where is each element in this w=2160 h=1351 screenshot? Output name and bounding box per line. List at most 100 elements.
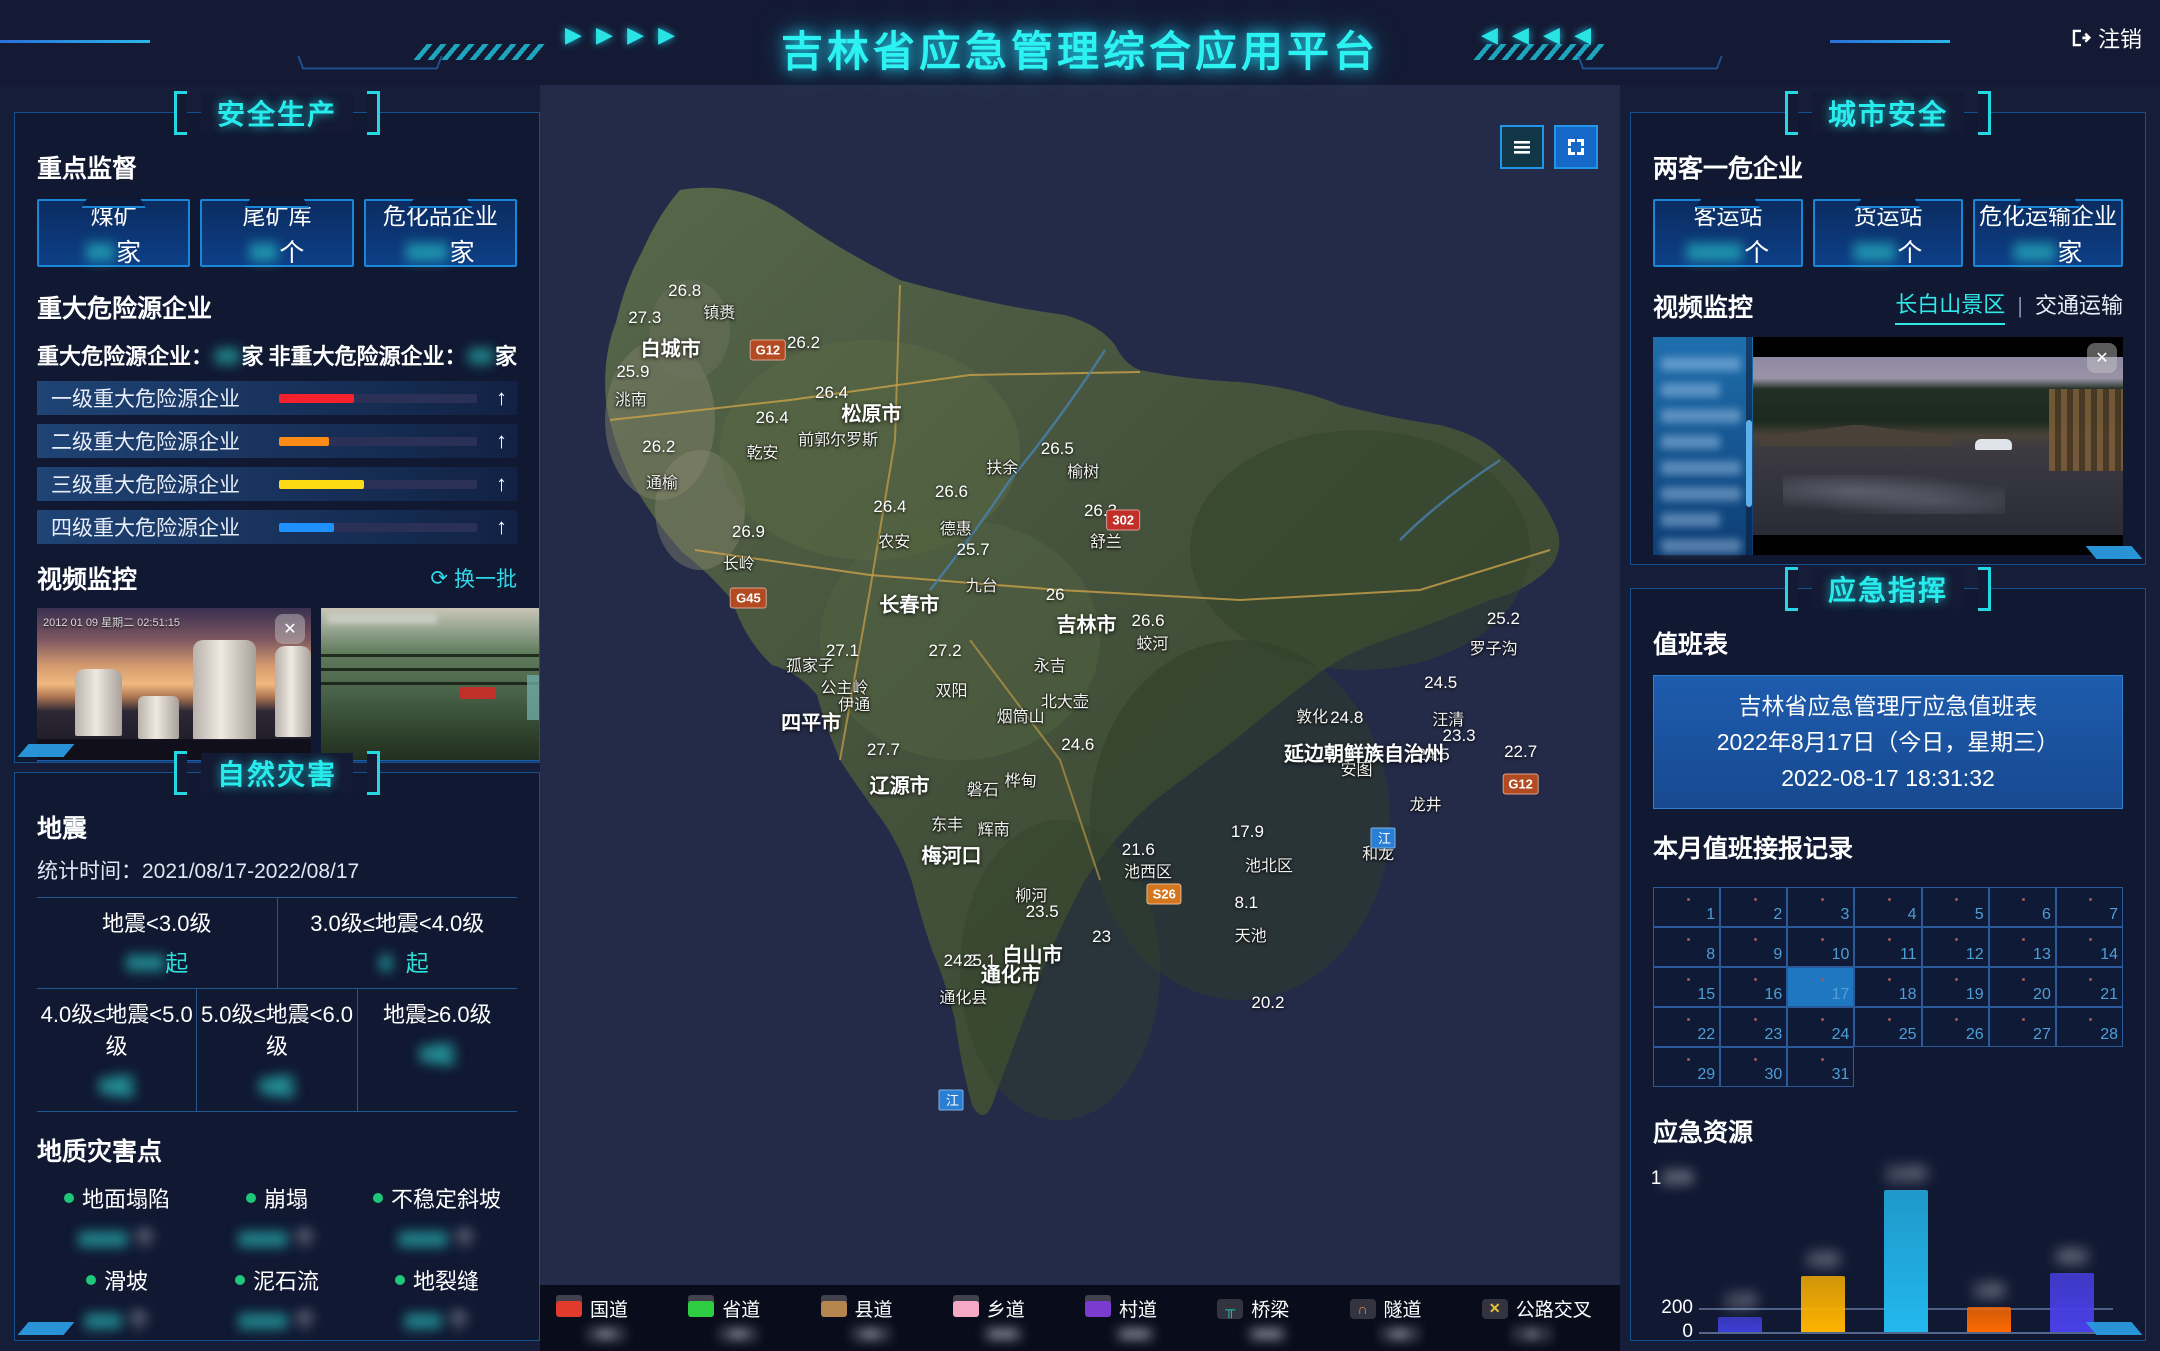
legend-item-隧道: ∩隧道88 (1350, 1295, 1478, 1342)
map-city-label: 辉南 (978, 816, 1010, 840)
bar-rect (1801, 1276, 1845, 1332)
map-temp-label: 26.2 (787, 333, 820, 353)
day-number: 21 (2100, 986, 2118, 1004)
calendar-day-5[interactable]: 5 (1922, 887, 1989, 927)
map-city-label: 双阳 (935, 677, 967, 701)
refresh-batch-button[interactable]: ⟳ 换一批 (430, 563, 517, 593)
calendar-day-7[interactable]: 7 (2056, 887, 2123, 927)
calendar-day-16[interactable]: 16 (1720, 967, 1787, 1007)
calendar-day-8[interactable]: 8 (1653, 927, 1720, 967)
bar-rect (1967, 1307, 2011, 1332)
calendar-day-31[interactable]: 31 (1787, 1047, 1854, 1087)
legend-swatch (556, 1301, 582, 1317)
calendar-day-26[interactable]: 26 (1922, 1007, 1989, 1047)
live-video-feed[interactable]: ✕ (1753, 337, 2123, 555)
close-icon[interactable]: ✕ (275, 614, 305, 644)
camera-list[interactable] (1653, 337, 1753, 555)
record-dot-icon (1687, 898, 1690, 901)
duty-roster-box[interactable]: 吉林省应急管理厅应急值班表 2022年8月17日（今日，星期三） 2022-08… (1653, 675, 2123, 809)
calendar-day-20[interactable]: 20 (1989, 967, 2056, 1007)
city-video-heading-row: 视频监控 长白山景区 | 交通运输 (1653, 287, 2123, 325)
bar-value-blurred: 430 (1807, 1250, 1839, 1272)
bar-应急队伍: 430 (1801, 1276, 1845, 1332)
map-city-label: 柳河 (1015, 882, 1047, 906)
record-dot-icon (1821, 938, 1824, 941)
camera-feed-1: 2012 01 09 星期二 02:51:15 ✕ (37, 608, 311, 760)
city-video-heading: 视频监控 (1653, 288, 1753, 324)
record-dot-icon (1754, 938, 1757, 941)
logout-button[interactable]: 注销 (2070, 22, 2142, 54)
green-dot-icon (64, 1193, 74, 1203)
calendar-day-1[interactable]: 1 (1653, 887, 1720, 927)
supervision-stats: 煤矿 88 家 尾矿库 88 个 危化品企业 (37, 199, 517, 267)
scrollbar-thumb[interactable] (1746, 420, 1752, 507)
calendar-day-2[interactable]: 2 (1720, 887, 1787, 927)
map-city-label: 东丰 (931, 811, 963, 835)
stat-card[interactable]: 货运站 888 个 (1813, 199, 1963, 267)
calendar-day-17[interactable]: 17 (1787, 967, 1854, 1007)
close-icon[interactable]: ✕ (2087, 343, 2117, 373)
map-city-label: 镇赉 (703, 299, 735, 323)
map-city-label: 梅河口 (921, 839, 981, 868)
geo-points-grid: 地面塌陷 8888 个 崩塌 8888 个 (37, 1182, 517, 1336)
camera-row: 2012 01 09 星期二 02:51:15 ✕ 长春巨峰气体有限责任公司 ✕… (37, 608, 517, 762)
calendar-day-3[interactable]: 3 (1787, 887, 1854, 927)
camera-card-2[interactable]: ✕ 吉林市吉化北方炬翮工贸责任... (321, 608, 539, 762)
calendar-day-21[interactable]: 21 (2056, 967, 2123, 1007)
stat-card[interactable]: 危化品企业 888 家 (364, 199, 517, 267)
calendar-day-14[interactable]: 14 (2056, 927, 2123, 967)
level-bar-track (279, 523, 477, 532)
calendar-day-12[interactable]: 12 (1922, 927, 1989, 967)
stat-value: 88 个 (250, 233, 305, 269)
calendar-day-19[interactable]: 19 (1922, 967, 1989, 1007)
map-road-badge: S26 (1147, 884, 1182, 905)
map-temp-label: 24.5 (1424, 673, 1457, 693)
map-temp-label: 26.5 (1041, 439, 1074, 459)
legend-桥梁-icon: ╥ (1217, 1299, 1243, 1319)
calendar-day-11[interactable]: 11 (1854, 927, 1921, 967)
map-city-label: 汪清 (1432, 706, 1464, 730)
record-dot-icon (1754, 978, 1757, 981)
stat-card[interactable]: 客运站 8888 个 (1653, 199, 1803, 267)
map-city-label: 罗子沟 (1470, 635, 1518, 659)
calendar-day-18[interactable]: 18 (1854, 967, 1921, 1007)
calendar-day-13[interactable]: 13 (1989, 927, 2056, 967)
layers-icon (1510, 135, 1534, 159)
map-fullscreen-button[interactable] (1554, 125, 1598, 169)
resources-heading: 应急资源 (1653, 1113, 2123, 1149)
bar-rect (2050, 1273, 2094, 1332)
calendar-day-25[interactable]: 25 (1854, 1007, 1921, 1047)
calendar-day-6[interactable]: 6 (1989, 887, 2056, 927)
tab-transport[interactable]: 交通运输 (2035, 288, 2123, 324)
calendar-day-29[interactable]: 29 (1653, 1047, 1720, 1087)
calendar-day-27[interactable]: 27 (1989, 1007, 2056, 1047)
tab-changbaishan[interactable]: 长白山景区 (1895, 287, 2005, 325)
calendar-day-15[interactable]: 15 (1653, 967, 1720, 1007)
calendar-day-22[interactable]: 22 (1653, 1007, 1720, 1047)
map-layers-button[interactable] (1500, 125, 1544, 169)
stat-card[interactable]: 尾矿库 88 个 (200, 199, 353, 267)
stat-card[interactable]: 煤矿 88 家 (37, 199, 190, 267)
calendar-day-23[interactable]: 23 (1720, 1007, 1787, 1047)
geo-point-label: 地裂缝 (413, 1264, 479, 1296)
calendar-day-4[interactable]: 4 (1854, 887, 1921, 927)
stat-number-blurred: 88 (86, 239, 114, 268)
stat-card[interactable]: 危化运输企业 888 家 (1973, 199, 2123, 267)
province-map[interactable]: 26.827.326.225.926.426.426.226.526.626.4… (540, 85, 1620, 1351)
duty-heading: 值班表 (1653, 625, 2123, 661)
calendar-day-28[interactable]: 28 (2056, 1007, 2123, 1047)
camera-card-1[interactable]: 2012 01 09 星期二 02:51:15 ✕ 长春巨峰气体有限责任公司 (37, 608, 311, 762)
calendar-day-30[interactable]: 30 (1720, 1047, 1787, 1087)
legend-item-县道: 县道88 (821, 1295, 949, 1342)
map-city-label: 伊通 (838, 691, 870, 715)
header: ▶ ▶ ▶ ▶ ◀ ◀ ◀ ◀ 吉林省应急管理综合应用平台 注销 (0, 0, 2160, 85)
hazard-heading: 重大危险源企业 (37, 289, 517, 325)
record-dot-icon (1955, 1018, 1958, 1021)
puddle-shape (1783, 475, 2005, 514)
geo-point-value-blurred: 8888 个 (357, 1222, 517, 1254)
calendar-day-24[interactable]: 24 (1787, 1007, 1854, 1047)
geo-point-label: 地面塌陷 (82, 1182, 170, 1214)
green-dot-icon (373, 1193, 383, 1203)
calendar-day-9[interactable]: 9 (1720, 927, 1787, 967)
calendar-day-10[interactable]: 10 (1787, 927, 1854, 967)
